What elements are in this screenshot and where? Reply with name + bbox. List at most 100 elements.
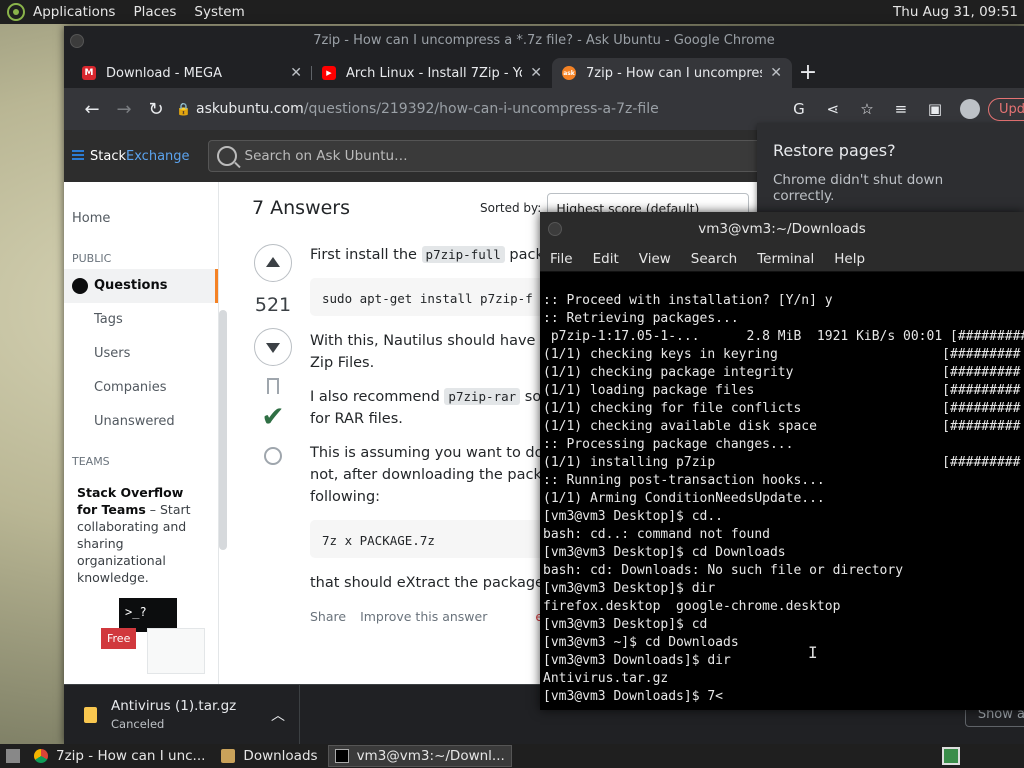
terminal-line: :: Retrieving packages... [543,311,739,326]
sidebar-item-companies[interactable]: Companies [64,371,218,405]
teams-promo[interactable]: Stack Overflow for Teams – Start collabo… [64,472,218,690]
youtube-favicon-icon: ▶ [322,66,336,80]
globe-icon [72,278,88,294]
terminal-line: :: Proceed with installation? [Y/n] y [543,293,833,308]
terminal-output[interactable]: :: Proceed with installation? [Y/n] y:: … [540,272,1024,706]
clock[interactable]: Thu Aug 31, 09:51 [893,4,1018,20]
applications-menu[interactable]: Applications [33,4,115,20]
workspace-switcher-icon[interactable] [942,747,960,765]
new-tab-button[interactable]: + [792,58,824,88]
places-menu[interactable]: Places [133,4,176,20]
window-menu-icon[interactable] [548,222,562,236]
terminal-menu-view[interactable]: View [639,251,671,267]
sidebar-item-unanswered[interactable]: Unanswered [64,405,218,439]
search-placeholder: Search on Ask Ubuntu… [244,148,408,164]
taskbar-item-chrome[interactable]: 7zip - How can I unc... [28,745,211,767]
address-bar[interactable]: 🔒 askubuntu.com/questions/219392/how-can… [176,93,782,125]
site-search-input[interactable]: Search on Ask Ubuntu… [207,140,768,172]
terminal-line: bash: cd..: command not found [543,527,770,542]
terminal-window: vm3@vm3:~/Downloads File Edit View Searc… [540,212,1024,710]
free-badge: Free [101,628,137,649]
logo-text-a: Stack [90,148,126,164]
improve-answer-link[interactable]: Improve this answer [360,609,487,624]
restore-pages-popup[interactable]: Restore pages? Chrome didn't shut down c… [757,123,1024,213]
show-desktop-icon[interactable] [6,749,20,763]
tab-mega[interactable]: M Download - MEGA ✕ [72,58,312,88]
download-item[interactable]: Antivirus (1).tar.gz Canceled ︿ [64,684,300,744]
close-tab-icon[interactable]: ✕ [770,65,782,81]
profile-avatar-icon[interactable] [959,99,980,119]
answers-count: 7 Answers [252,197,351,219]
terminal-line: (1/1) installing p7zip [######### [543,455,1021,470]
sidebar-scrollbar[interactable] [219,310,227,550]
folder-icon [221,749,236,763]
close-tab-icon[interactable]: ✕ [530,65,542,81]
search-icon [216,146,237,166]
terminal-line: [vm3@vm3 Desktop]$ dir [543,581,716,596]
mega-favicon-icon: M [82,66,96,80]
terminal-menu-help[interactable]: Help [834,251,865,267]
terminal-line: :: Running post-transaction hooks... [543,473,825,488]
share-icon[interactable]: ⋖ [816,100,850,118]
bookmark-star-icon[interactable]: ☆ [850,100,884,118]
terminal-line: p7zip-1:17.05-1-... 2.8 MiB 1921 KiB/s 0… [543,329,1024,344]
terminal-titlebar[interactable]: vm3@vm3:~/Downloads [540,212,1024,246]
terminal-line: [vm3@vm3 Downloads]$ 7< [543,689,724,704]
tab-askubuntu[interactable]: ask 7zip - How can I uncompress a ✕ [552,58,792,88]
sidebar-item-tags[interactable]: Tags [64,303,218,337]
sorted-by-label: Sorted by: [480,201,542,215]
taskbar-item-terminal[interactable]: vm3@vm3:~/Downl... [327,745,512,767]
file-icon [84,706,97,723]
url-path: /questions/219392/how-can-i-uncompress-a… [303,101,659,117]
askubuntu-favicon-icon: ask [562,66,576,80]
terminal-line: (1/1) loading package files [######### [543,383,1021,398]
terminal-menu-terminal[interactable]: Terminal [757,251,814,267]
upvote-button[interactable] [254,244,292,282]
google-lens-icon[interactable]: G [782,100,816,118]
system-menu[interactable]: System [194,4,244,20]
downvote-button[interactable] [254,328,292,366]
share-link[interactable]: Share [310,609,346,624]
terminal-menu-search[interactable]: Search [691,251,737,267]
back-icon[interactable]: ← [76,99,108,120]
accepted-check-icon: ✔ [261,400,285,433]
chrome-titlebar[interactable]: 7zip - How can I uncompress a *.7z file?… [64,26,1024,56]
download-status: Canceled [111,717,165,731]
left-sidebar: Home PUBLIC Questions Tags Users Compani… [64,182,219,684]
bookmark-icon[interactable] [267,378,279,394]
close-tab-icon[interactable]: ✕ [290,65,302,81]
sidebar-item-users[interactable]: Users [64,337,218,371]
terminal-menu-file[interactable]: File [550,251,573,267]
forward-icon[interactable]: → [108,99,140,120]
stackexchange-logo[interactable]: Stack Exchange [72,149,190,164]
lock-icon[interactable]: 🔒 [176,102,196,116]
terminal-line: (1/1) checking package integrity [######… [543,365,1021,380]
history-icon[interactable] [264,447,282,465]
chrome-window-title: 7zip - How can I uncompress a *.7z file?… [313,33,775,48]
chevron-up-icon[interactable]: ︿ [271,705,285,725]
tab-title: Arch Linux - Install 7Zip - YouT [346,65,522,81]
chrome-icon [34,749,48,763]
sidebar-header-teams: TEAMS [72,455,110,468]
taskbar-item-label: vm3@vm3:~/Downl... [356,748,505,764]
terminal-line: bash: cd: Downloads: No such file or dir… [543,563,904,578]
restore-popup-subtitle: Chrome didn't shut down correctly. [773,172,944,204]
card-illustration [147,628,205,674]
terminal-menu-edit[interactable]: Edit [593,251,619,267]
terminal-title: vm3@vm3:~/Downloads [698,221,866,237]
tab-title: 7zip - How can I uncompress a [586,65,762,81]
distro-logo-icon[interactable] [7,3,25,21]
window-menu-icon[interactable] [70,34,84,48]
sidebar-item-home[interactable]: Home [64,202,218,236]
side-panel-icon[interactable]: ▣ [918,100,952,118]
terminal-line: firefox.desktop google-chrome.desktop [543,599,841,614]
url-host: askubuntu.com [196,101,304,117]
sidebar-item-questions[interactable]: Questions [64,269,218,303]
media-control-icon[interactable]: ≡ [884,100,918,118]
reload-icon[interactable]: ↻ [140,99,172,120]
taskbar-item-downloads[interactable]: Downloads [215,745,323,767]
tab-youtube[interactable]: ▶ Arch Linux - Install 7Zip - YouT ✕ [312,58,552,88]
tab-title: Download - MEGA [106,65,222,81]
update-button[interactable]: Upd [987,97,1024,121]
tab-strip: M Download - MEGA ✕ ▶ Arch Linux - Insta… [64,56,1024,88]
